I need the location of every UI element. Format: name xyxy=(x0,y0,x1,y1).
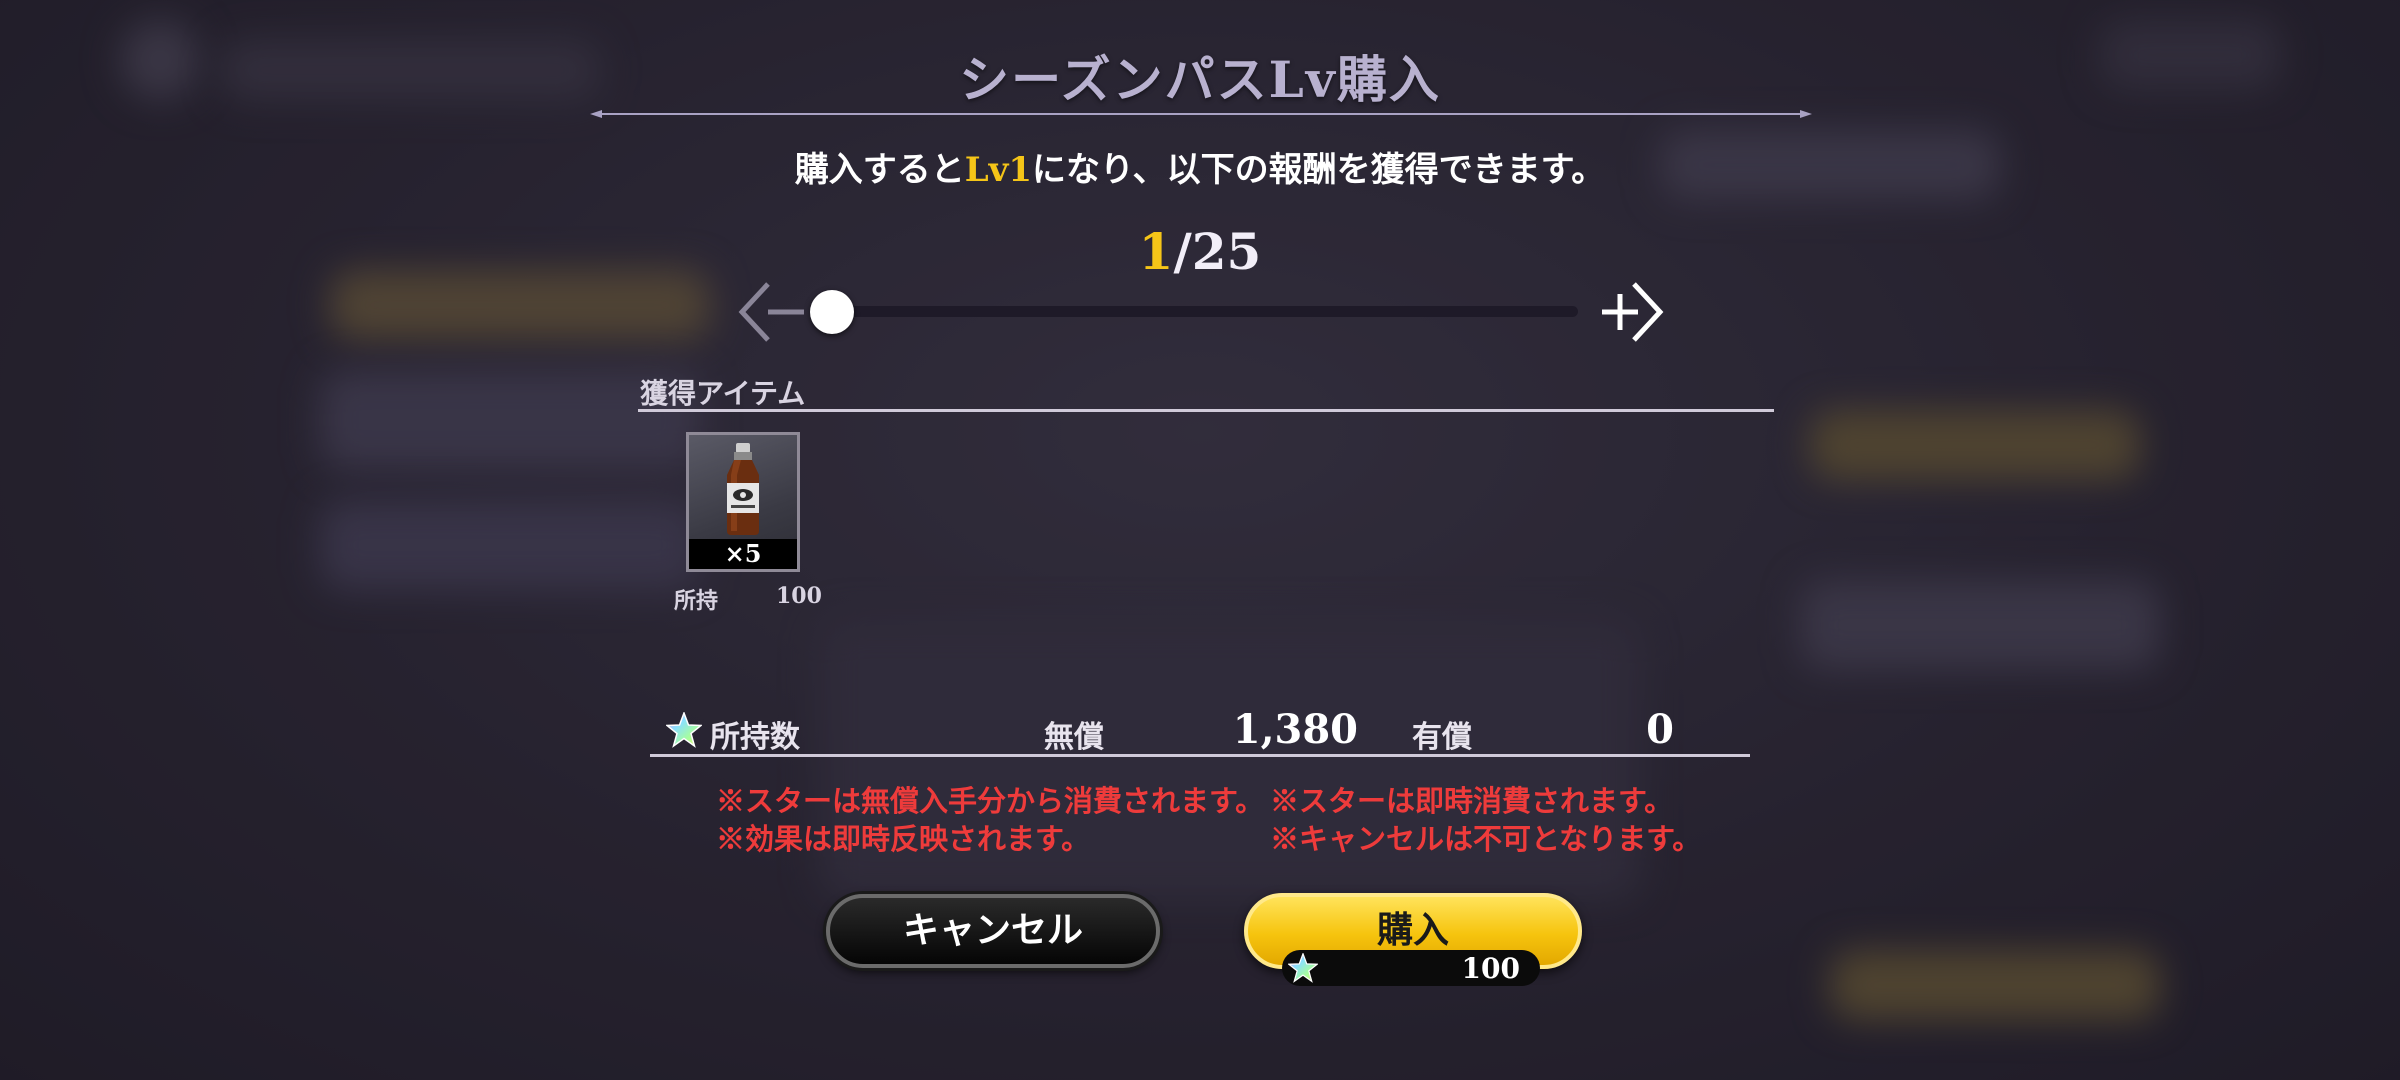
items-divider xyxy=(638,409,1774,412)
owned-value: 100 xyxy=(776,583,822,609)
purchase-cost: 100 xyxy=(1282,950,1540,986)
subtitle-level: Lv1 xyxy=(964,150,1033,190)
season-pass-purchase-dialog: シーズンパスLv購入 購入するとLv1になり、以下の報酬を獲得できます。 1/2… xyxy=(0,0,2400,1080)
paid-stars-label: 有償 xyxy=(1412,720,1472,755)
increase-button[interactable] xyxy=(1584,278,1664,346)
reward-item[interactable]: ×5 xyxy=(686,432,800,572)
subtitle-suffix: になり、以下の報酬を獲得できます。 xyxy=(1032,150,1606,190)
paid-stars-value: 0 xyxy=(1646,706,1674,753)
stars-divider xyxy=(650,754,1750,757)
star-balance-label: 所持数 xyxy=(710,720,800,755)
level-slider-thumb[interactable] xyxy=(810,290,854,334)
level-counter-total: /25 xyxy=(1173,222,1262,281)
level-slider-track[interactable] xyxy=(832,306,1578,317)
free-stars-value: 1,380 xyxy=(1232,706,1358,753)
reward-item-count: ×5 xyxy=(689,539,797,569)
purchase-button-label: 購入 xyxy=(1376,909,1449,951)
decrease-button[interactable] xyxy=(738,278,818,346)
rainbow-star-icon xyxy=(1288,953,1318,983)
rainbow-star-icon xyxy=(666,712,702,748)
cancel-button[interactable]: キャンセル xyxy=(826,894,1160,968)
level-counter: 1/25 xyxy=(0,222,2400,281)
title-divider xyxy=(590,110,1812,118)
drink-bottle-icon xyxy=(727,443,759,535)
level-counter-current: 1 xyxy=(1138,222,1174,281)
dialog-title: シーズンパスLv購入 xyxy=(959,50,1441,109)
note-free-stars-first: ※スターは無償入手分から消費されます。 xyxy=(716,784,1265,818)
acquired-items-label: 獲得アイテム xyxy=(640,377,806,410)
subtitle-prefix: 購入すると xyxy=(794,150,965,190)
note-no-cancel: ※キャンセルは不可となります。 xyxy=(1270,822,1702,856)
note-instant-consume: ※スターは即時消費されます。 xyxy=(1270,784,1674,818)
owned-label: 所持 xyxy=(674,588,719,614)
free-stars-label: 無償 xyxy=(1044,720,1104,755)
note-instant-effect: ※効果は即時反映されます。 xyxy=(716,822,1091,856)
star-balance-row: 所持数 無償 1,380 有償 0 xyxy=(650,704,1750,760)
dialog-subtitle: 購入するとLv1になり、以下の報酬を獲得できます。 xyxy=(0,142,2400,191)
purchase-cost-value: 100 xyxy=(1461,952,1520,985)
